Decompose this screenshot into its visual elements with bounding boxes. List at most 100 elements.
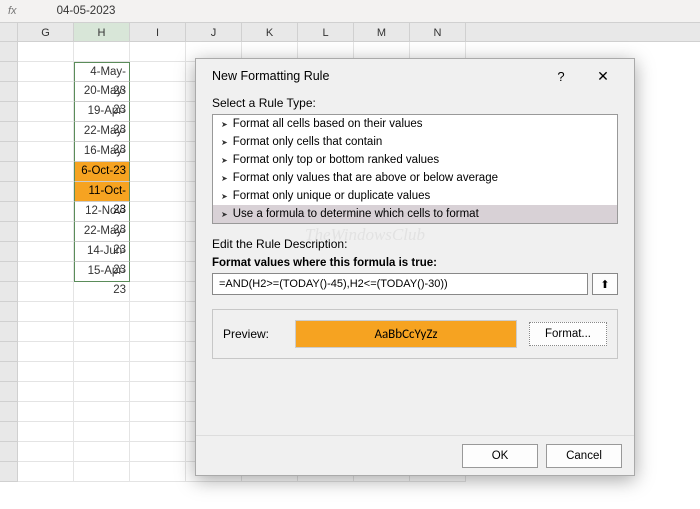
select-rule-type-label: Select a Rule Type:	[212, 96, 618, 110]
cell[interactable]	[130, 402, 186, 422]
preview-box: AaBbCcYyZz	[295, 320, 517, 348]
cell[interactable]	[130, 322, 186, 342]
cell[interactable]	[130, 162, 186, 182]
cell[interactable]	[18, 122, 74, 142]
cell[interactable]: 11-Oct-23	[74, 182, 130, 202]
cell[interactable]	[130, 202, 186, 222]
cell[interactable]	[18, 182, 74, 202]
cell[interactable]	[74, 282, 130, 302]
formula-input[interactable]	[212, 273, 588, 295]
cell[interactable]	[74, 322, 130, 342]
cell[interactable]	[130, 282, 186, 302]
cell[interactable]	[18, 302, 74, 322]
cell[interactable]	[18, 362, 74, 382]
collapse-dialog-icon[interactable]: ⬆	[592, 273, 618, 295]
cell[interactable]: 16-May-23	[74, 142, 130, 162]
dialog-title: New Formatting Rule	[212, 69, 540, 83]
help-button[interactable]: ?	[540, 69, 582, 84]
col-header-n[interactable]: N	[410, 23, 466, 41]
cell[interactable]	[18, 82, 74, 102]
cell[interactable]: 14-Jun-23	[74, 242, 130, 262]
rule-type-item[interactable]: Format only cells that contain	[213, 133, 617, 151]
cell[interactable]	[130, 302, 186, 322]
column-headers: GHIJKLMN	[0, 22, 700, 42]
col-header-g[interactable]: G	[18, 23, 74, 41]
formula-value[interactable]: 04-05-2023	[57, 5, 116, 17]
cell[interactable]	[130, 382, 186, 402]
cell[interactable]	[74, 302, 130, 322]
col-header-j[interactable]: J	[186, 23, 242, 41]
cell[interactable]	[130, 242, 186, 262]
fx-icon[interactable]: fx	[8, 5, 17, 17]
cell[interactable]	[18, 62, 74, 82]
cell[interactable]	[18, 262, 74, 282]
cell[interactable]	[18, 162, 74, 182]
rule-type-list[interactable]: Format all cells based on their valuesFo…	[212, 114, 618, 224]
cell[interactable]	[18, 42, 74, 62]
cell[interactable]	[18, 102, 74, 122]
format-button[interactable]: Format...	[529, 322, 607, 346]
cell[interactable]	[18, 202, 74, 222]
corner[interactable]	[0, 23, 18, 41]
cell[interactable]	[130, 82, 186, 102]
cell[interactable]	[130, 142, 186, 162]
preview-label: Preview:	[223, 327, 283, 341]
cell[interactable]	[74, 42, 130, 62]
cell[interactable]	[130, 362, 186, 382]
col-header-m[interactable]: M	[354, 23, 410, 41]
rule-type-item[interactable]: Use a formula to determine which cells t…	[213, 205, 617, 223]
cell[interactable]: 4-May-23	[74, 62, 130, 82]
rule-type-item[interactable]: Format only unique or duplicate values	[213, 187, 617, 205]
cell[interactable]	[18, 342, 74, 362]
cell[interactable]	[74, 342, 130, 362]
cell[interactable]	[130, 422, 186, 442]
cell[interactable]	[74, 422, 130, 442]
cancel-button[interactable]: Cancel	[546, 444, 622, 468]
col-header-h[interactable]: H	[74, 23, 130, 41]
cell[interactable]	[74, 442, 130, 462]
rule-type-item[interactable]: Format only top or bottom ranked values	[213, 151, 617, 169]
cell[interactable]	[18, 282, 74, 302]
cell[interactable]: 22-May-23	[74, 122, 130, 142]
cell[interactable]	[18, 322, 74, 342]
cell[interactable]	[74, 402, 130, 422]
cell[interactable]	[130, 102, 186, 122]
rule-type-item[interactable]: Format only values that are above or bel…	[213, 169, 617, 187]
formula-label: Format values where this formula is true…	[212, 257, 618, 269]
cell[interactable]	[130, 62, 186, 82]
cell[interactable]	[18, 142, 74, 162]
dialog-buttons: OK Cancel	[196, 435, 634, 475]
cell[interactable]	[18, 442, 74, 462]
cell[interactable]	[18, 222, 74, 242]
cell[interactable]	[130, 222, 186, 242]
cell[interactable]	[18, 382, 74, 402]
cell[interactable]	[74, 382, 130, 402]
ok-button[interactable]: OK	[462, 444, 538, 468]
cell[interactable]	[130, 182, 186, 202]
cell[interactable]: 12-Nov-23	[74, 202, 130, 222]
cell[interactable]	[18, 402, 74, 422]
cell[interactable]	[130, 262, 186, 282]
cell[interactable]: 6-Oct-23	[74, 162, 130, 182]
close-button[interactable]: ✕	[582, 68, 624, 85]
new-formatting-rule-dialog: New Formatting Rule ? ✕ Select a Rule Ty…	[195, 58, 635, 476]
cell[interactable]	[74, 362, 130, 382]
cell[interactable]	[130, 462, 186, 482]
preview-section: Preview: AaBbCcYyZz Format...	[212, 309, 618, 359]
cell[interactable]	[130, 342, 186, 362]
cell[interactable]: 22-May-23	[74, 222, 130, 242]
rule-type-item[interactable]: Format all cells based on their values	[213, 115, 617, 133]
cell[interactable]: 19-Apr-23	[74, 102, 130, 122]
cell[interactable]	[130, 122, 186, 142]
cell[interactable]	[74, 462, 130, 482]
cell[interactable]	[18, 462, 74, 482]
cell[interactable]	[130, 42, 186, 62]
cell[interactable]: 20-May-23	[74, 82, 130, 102]
cell[interactable]	[18, 242, 74, 262]
col-header-k[interactable]: K	[242, 23, 298, 41]
cell[interactable]: 15-Apr-23	[74, 262, 130, 282]
cell[interactable]	[130, 442, 186, 462]
col-header-i[interactable]: I	[130, 23, 186, 41]
col-header-l[interactable]: L	[298, 23, 354, 41]
cell[interactable]	[18, 422, 74, 442]
